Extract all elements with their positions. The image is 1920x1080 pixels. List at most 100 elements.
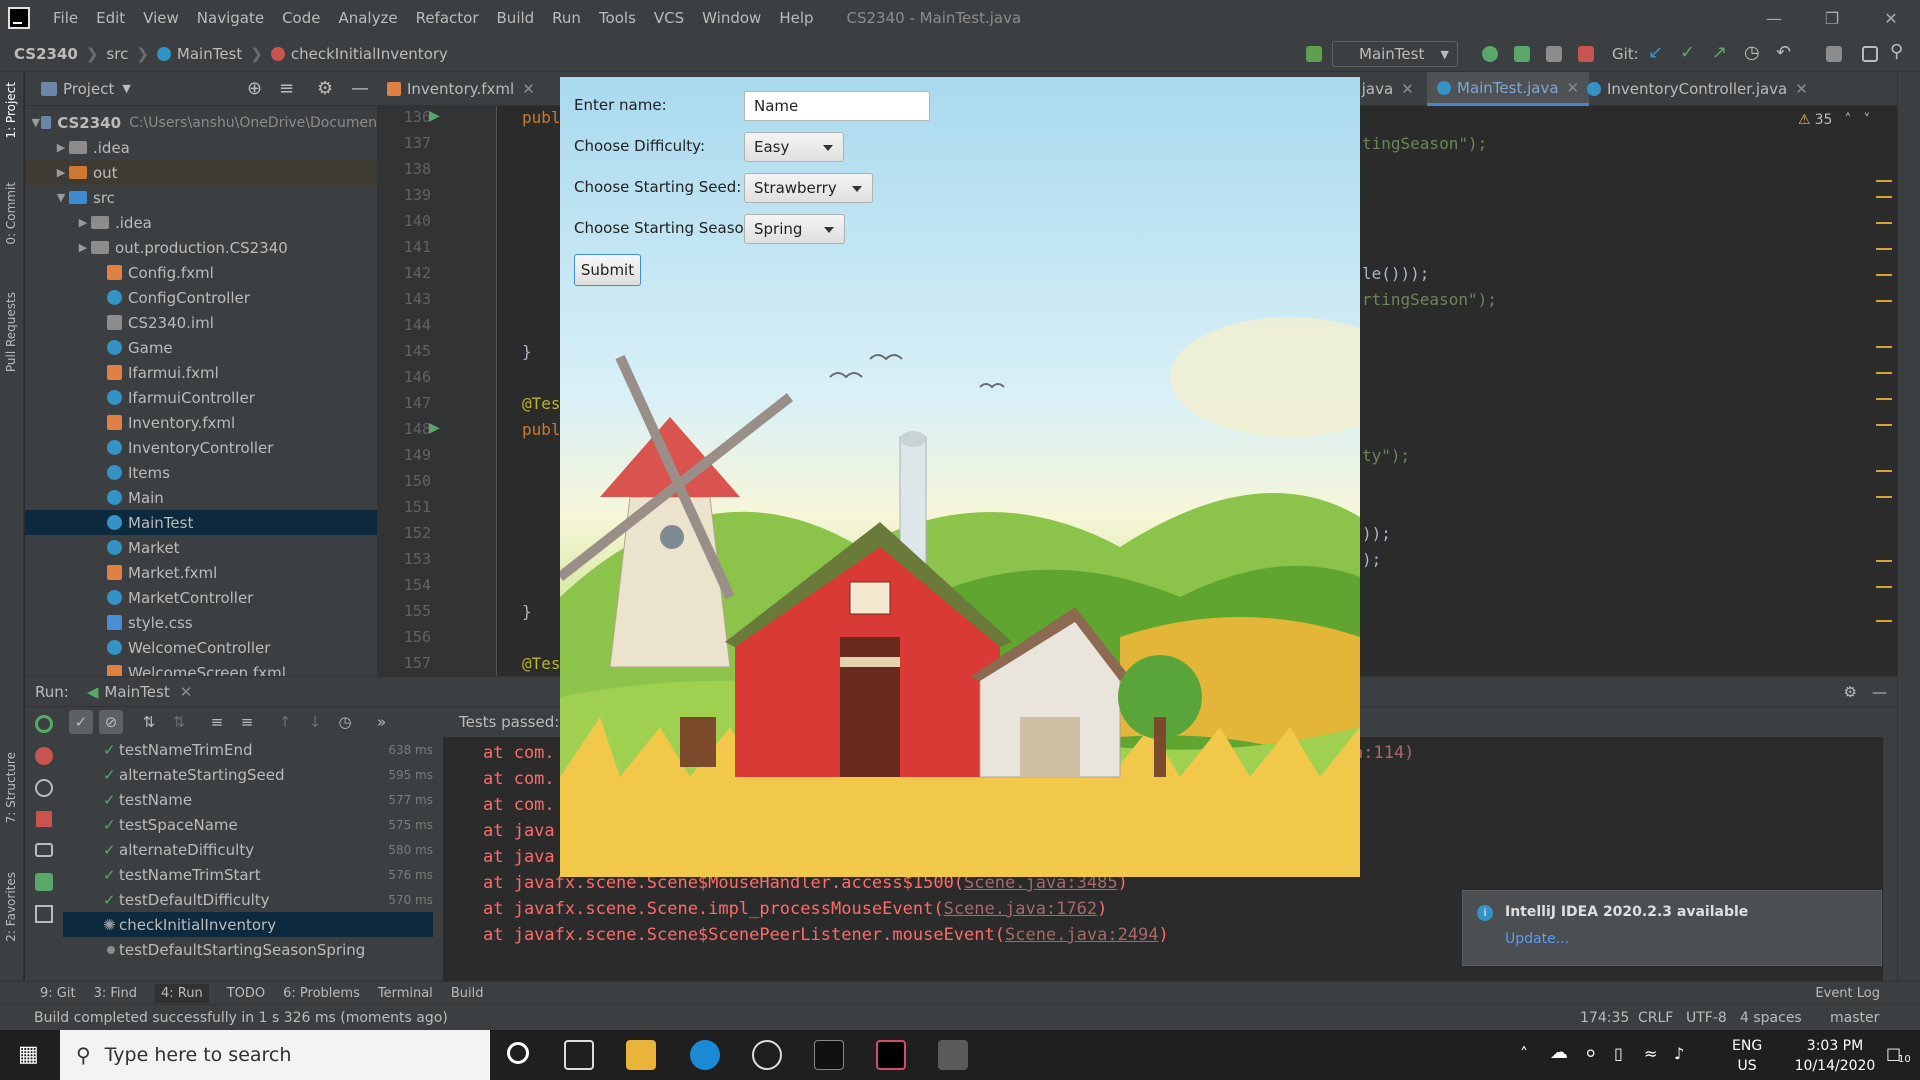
chevron-down-icon[interactable]: ˅	[1863, 112, 1870, 128]
chevron-down-icon[interactable]: ▼	[122, 82, 130, 95]
run-tab-label[interactable]: MainTest	[104, 683, 169, 701]
coverage-icon[interactable]	[35, 873, 53, 891]
close-icon[interactable]: ✕	[1862, 0, 1920, 36]
tree-item-file[interactable]: WelcomeScreen.fxml	[25, 660, 377, 676]
event-log-button[interactable]: Event Log	[1815, 986, 1880, 1001]
cortana-icon[interactable]	[507, 1042, 529, 1064]
onedrive-icon[interactable]: ☁	[1550, 1042, 1568, 1063]
edge-icon[interactable]	[690, 1040, 720, 1070]
tool-commit[interactable]: 0: Commit	[4, 182, 18, 245]
tree-item-file[interactable]: Main	[25, 485, 377, 510]
test-item[interactable]: ✓ alternateDifficulty 580 ms	[63, 837, 433, 862]
warning-marker[interactable]	[1876, 222, 1892, 224]
tree-item-file[interactable]: ConfigController	[25, 285, 377, 310]
app-icon[interactable]	[752, 1040, 782, 1070]
history-icon[interactable]: ◷	[1744, 42, 1760, 63]
menu-view[interactable]: View	[134, 9, 188, 27]
git-push-icon[interactable]: ↗	[1712, 42, 1727, 63]
expand-all-icon[interactable]: ≡	[205, 710, 229, 734]
warning-marker[interactable]	[1876, 496, 1892, 498]
sort-alpha-icon[interactable]: ⇅	[137, 710, 161, 734]
close-icon[interactable]: ✕	[1795, 80, 1808, 98]
tool-structure[interactable]: 7: Structure	[4, 752, 18, 823]
menu-edit[interactable]: Edit	[87, 9, 134, 27]
menu-build[interactable]: Build	[488, 9, 544, 27]
tree-item-file[interactable]: InventoryController	[25, 435, 377, 460]
minimize-icon[interactable]: —	[1745, 0, 1803, 36]
build-hammer-icon[interactable]	[1306, 46, 1322, 62]
search-icon[interactable]: ⚲	[1890, 41, 1903, 62]
warning-marker[interactable]	[1876, 300, 1892, 302]
tree-item-src-idea[interactable]: ▶ .idea	[25, 210, 377, 235]
tool-pull-requests[interactable]: Pull Requests	[4, 292, 18, 372]
history-icon[interactable]: ◷	[333, 710, 357, 734]
test-item[interactable]: ✓ testName 577 ms	[63, 787, 433, 812]
sort-duration-icon[interactable]: ⇅	[167, 710, 191, 734]
update-link[interactable]: Update...	[1505, 931, 1569, 947]
clock[interactable]: 3:03 PM 10/14/2020	[1790, 1036, 1880, 1076]
tool-project[interactable]: 1: Project	[4, 82, 18, 139]
show-passed-icon[interactable]: ✓	[69, 710, 93, 734]
run-configuration-dropdown[interactable]: MainTest ▼	[1332, 41, 1458, 67]
arrow-up-icon[interactable]: ↑	[273, 710, 297, 734]
warning-marker[interactable]	[1876, 248, 1892, 250]
locate-icon[interactable]: ⊕	[247, 78, 262, 99]
terminal-icon[interactable]	[814, 1040, 844, 1070]
arrow-down-icon[interactable]: ↓	[303, 710, 327, 734]
warning-marker[interactable]	[1876, 586, 1892, 588]
warning-marker[interactable]	[1876, 398, 1892, 400]
rerun-icon[interactable]	[35, 715, 53, 733]
test-item[interactable]: ✓ alternateStartingSeed 595 ms	[63, 762, 433, 787]
task-view-icon[interactable]	[564, 1040, 594, 1070]
tree-item-idea[interactable]: ▶ .idea	[25, 135, 377, 160]
tree-item-file[interactable]: Market.fxml	[25, 560, 377, 585]
menu-run[interactable]: Run	[543, 9, 590, 27]
breadcrumb-class[interactable]: MainTest	[171, 45, 246, 63]
inspection-widget[interactable]: ⚠ 35 ˄ ˅	[1798, 112, 1870, 128]
gear-icon[interactable]: ⚙	[1844, 683, 1857, 701]
indent-setting[interactable]: 4 spaces	[1740, 1010, 1802, 1026]
tab-inventorycontroller-java[interactable]: InventoryController.java ✕	[1577, 72, 1818, 106]
test-item-running[interactable]: ✺ checkInitialInventory	[63, 912, 433, 937]
test-item[interactable]: testDefaultStartingSeasonSpring	[63, 937, 433, 962]
restore-icon[interactable]: ❐	[1803, 0, 1861, 36]
test-item[interactable]: ✓ testNameTrimEnd 638 ms	[63, 737, 433, 762]
exit-icon[interactable]	[35, 905, 53, 923]
tool-tab-find[interactable]: 3: Find	[94, 986, 137, 1001]
close-icon[interactable]: ✕	[522, 80, 535, 98]
breadcrumb-method[interactable]: checkInitialInventory	[285, 45, 452, 63]
tree-item-file[interactable]: CS2340.iml	[25, 310, 377, 335]
test-item[interactable]: ✓ testSpaceName 575 ms	[63, 812, 433, 837]
tree-item-file[interactable]: Market	[25, 535, 377, 560]
tree-item-file[interactable]: Config.fxml	[25, 260, 377, 285]
tree-item-out[interactable]: ▶ out	[25, 160, 377, 185]
stack-trace-link[interactable]: Scene.java:1762	[944, 899, 1098, 919]
warning-marker[interactable]	[1876, 424, 1892, 426]
menu-tools[interactable]: Tools	[590, 9, 645, 27]
chevron-up-icon[interactable]: ˄	[1844, 112, 1851, 128]
submit-button[interactable]: Submit	[574, 254, 641, 286]
menu-code[interactable]: Code	[273, 9, 329, 27]
tree-item-file[interactable]: Game	[25, 335, 377, 360]
update-notification[interactable]: i IntelliJ IDEA 2020.2.3 available Updat…	[1462, 890, 1882, 966]
warning-marker[interactable]	[1876, 346, 1892, 348]
tool-tab-todo[interactable]: TODO	[227, 986, 265, 1001]
breadcrumb-project[interactable]: CS2340	[0, 45, 82, 63]
menu-window[interactable]: Window	[693, 9, 770, 27]
tool-tab-terminal[interactable]: Terminal	[378, 986, 433, 1001]
collapse-all-icon[interactable]: ≡	[279, 78, 294, 99]
tool-tab-problems[interactable]: 6: Problems	[283, 986, 360, 1001]
show-ignored-icon[interactable]: ⊘	[99, 710, 123, 734]
warning-marker[interactable]	[1876, 560, 1892, 562]
menu-help[interactable]: Help	[770, 9, 822, 27]
tool-tab-git[interactable]: 9: Git	[40, 986, 76, 1001]
rerun-failed-icon[interactable]	[35, 747, 53, 765]
stack-trace-link[interactable]: Scene.java:2494	[1005, 925, 1159, 945]
tree-item-src[interactable]: ▼ src	[25, 185, 377, 210]
line-separator[interactable]: CRLF	[1638, 1010, 1673, 1026]
project-panel-title[interactable]: Project	[63, 80, 114, 98]
file-encoding[interactable]: UTF-8	[1686, 1010, 1727, 1026]
menu-vcs[interactable]: VCS	[645, 9, 693, 27]
windows-start-icon[interactable]: ▦	[18, 1042, 39, 1067]
chevron-up-icon[interactable]: ˄	[1520, 1044, 1528, 1063]
